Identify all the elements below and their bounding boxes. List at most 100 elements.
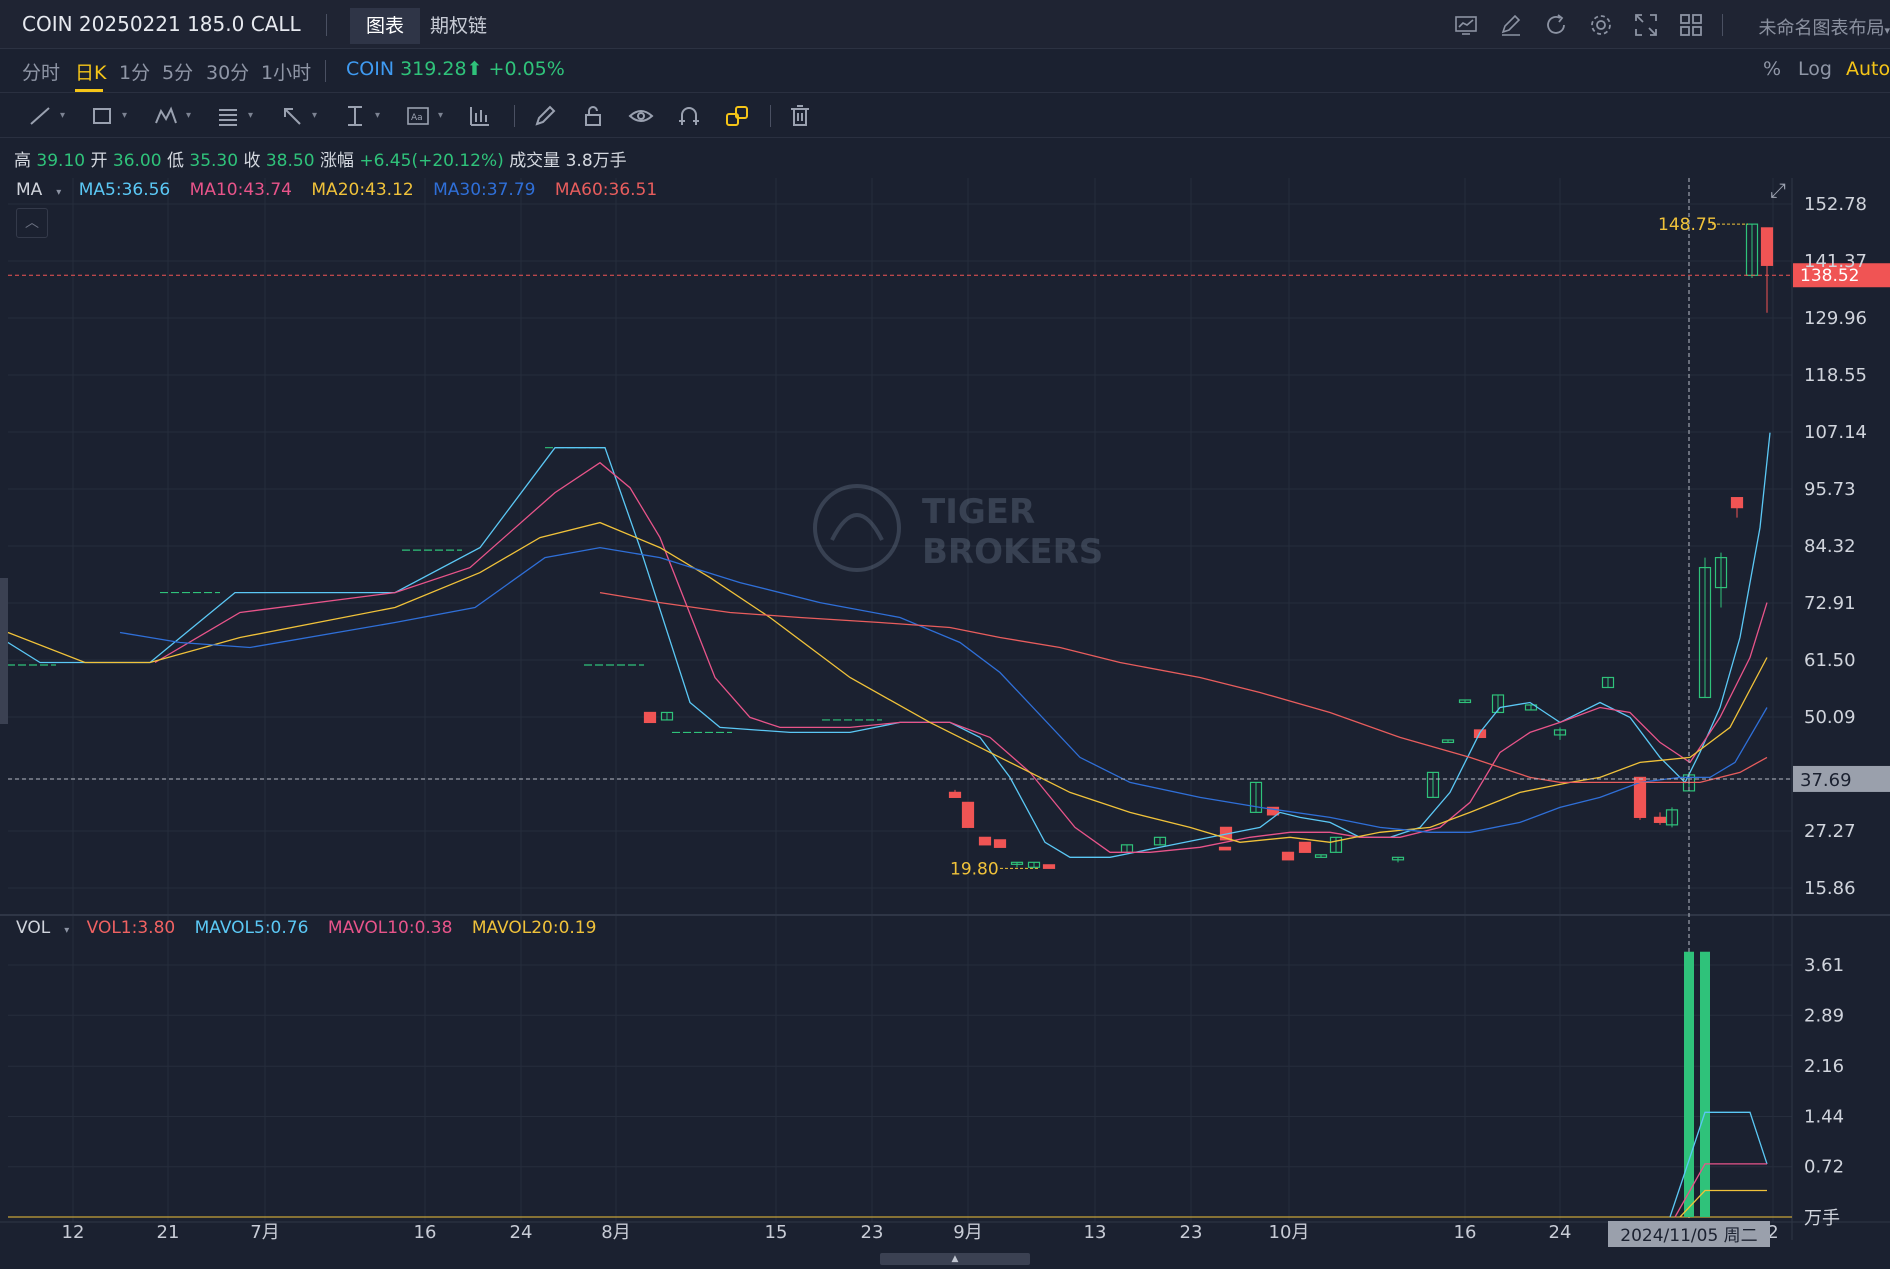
underlying-symbol: COIN — [346, 58, 395, 80]
volume-axis-label: 0.72 — [1804, 1157, 1844, 1178]
mavol10-value: MAVOL10:0.38 — [327, 918, 453, 938]
layout-name: 未命名图表布局 — [1758, 18, 1885, 39]
time-axis-label: 13 — [1084, 1222, 1107, 1243]
price-axis-label: 107.14 — [1804, 422, 1867, 443]
magnet-icon[interactable] — [674, 103, 704, 129]
pencil-icon[interactable] — [530, 103, 560, 129]
tab-chart[interactable]: 图表 — [350, 8, 421, 44]
mavol5-value: MAVOL5:0.76 — [194, 918, 309, 938]
chevron-down-icon: ▾ — [1884, 24, 1890, 37]
trash-icon[interactable] — [785, 103, 815, 129]
period-1min[interactable]: 1分 — [119, 58, 150, 85]
candle-body — [1218, 846, 1232, 851]
time-axis-label: 9月 — [953, 1222, 982, 1243]
link-drawings-icon[interactable] — [722, 103, 752, 129]
candle-body — [1298, 841, 1312, 853]
eye-icon[interactable] — [626, 103, 656, 129]
ma60-value: MA60:36.51 — [554, 180, 658, 200]
vol-legend[interactable]: VOL ▾ VOL1:3.80 MAVOL5:0.76 MAVOL10:0.38 … — [16, 918, 610, 938]
rectangle-tool-icon[interactable]: ▾ — [87, 103, 127, 129]
chart-icon[interactable] — [1453, 12, 1479, 38]
indicator-tool-icon[interactable] — [465, 103, 495, 129]
max-price-label: 148.75 — [1658, 215, 1717, 235]
vol1-value: VOL1:3.80 — [86, 918, 176, 938]
arrow-tool-icon[interactable]: ▾ — [277, 103, 317, 129]
volume-axis-label: 1.44 — [1804, 1106, 1844, 1127]
candle-body — [961, 801, 975, 828]
high-value: 39.10 — [36, 151, 86, 171]
underlying-quote[interactable]: COIN 319.28⬆ +0.05% — [346, 58, 565, 80]
settings-icon[interactable] — [1588, 12, 1614, 38]
crosshair-price-tag-text: 37.69 — [1800, 770, 1852, 791]
tiger-brokers-logo: TIGER BROKERS — [813, 484, 1103, 572]
price-chart[interactable]: 138.52152.78141.37129.96118.55107.1495.7… — [0, 178, 1890, 1253]
ma5-value: MA5:36.56 — [78, 180, 171, 200]
volume-axis-label: 2.89 — [1804, 1005, 1844, 1026]
min-price-label: 19.80 — [950, 859, 999, 879]
refresh-icon[interactable] — [1543, 12, 1569, 38]
close-label: 收 — [243, 151, 261, 171]
period-daily[interactable]: 日K — [75, 58, 106, 85]
volume-axis-label: 3.61 — [1804, 955, 1844, 976]
volume-axis-label: 万手 — [1804, 1208, 1840, 1229]
period-5min[interactable]: 5分 — [162, 58, 193, 85]
volume-bar — [1700, 951, 1710, 1217]
svg-text:TIGER: TIGER — [922, 492, 1035, 532]
time-axis-label: 21 — [157, 1222, 180, 1243]
pattern-tool-icon[interactable]: ▾ — [151, 103, 191, 129]
tab-option-chain[interactable]: 期权链 — [414, 8, 503, 44]
chevron-down-icon[interactable]: ▾ — [56, 187, 61, 198]
time-axis-label: 12 — [62, 1222, 85, 1243]
svg-text:BROKERS: BROKERS — [922, 532, 1102, 572]
low-label: 低 — [166, 151, 184, 171]
period-1hour[interactable]: 1小时 — [261, 58, 311, 85]
up-arrow-icon: ⬆ — [466, 58, 483, 80]
left-drag-handle[interactable] — [0, 578, 8, 724]
candle-body — [948, 791, 962, 798]
lock-icon[interactable] — [578, 103, 608, 129]
layout-selector[interactable]: 未命名图表布局▾ — [1758, 14, 1890, 40]
high-label: 高 — [14, 151, 31, 171]
grid-layout-icon[interactable] — [1678, 12, 1704, 38]
watermark: TIGER BROKERS — [812, 480, 1103, 584]
candle-body — [1730, 497, 1744, 509]
price-axis-label: 84.32 — [1804, 536, 1856, 557]
underlying-price: 319.28 — [400, 58, 467, 80]
fullscreen-icon[interactable] — [1633, 12, 1659, 38]
measure-tool-icon[interactable]: ▾ — [340, 103, 380, 129]
log-scale-toggle[interactable]: Log — [1798, 58, 1832, 80]
bottom-drag-handle[interactable]: ▲ — [880, 1253, 1030, 1265]
price-axis-label: 118.55 — [1804, 365, 1867, 386]
text-tool-icon[interactable]: Aa ▾ — [403, 103, 443, 129]
chevron-down-icon[interactable]: ▾ — [64, 925, 69, 936]
time-axis-label: 7月 — [250, 1222, 279, 1243]
period-30min[interactable]: 30分 — [206, 58, 249, 85]
chevron-up-icon: ︿ — [25, 215, 39, 231]
percent-scale-toggle[interactable]: % — [1763, 58, 1781, 80]
ma-legend[interactable]: MA ▾ MA5:36.56 MA10:43.74 MA20:43.12 MA30… — [16, 180, 671, 200]
time-axis-label: 23 — [1180, 1222, 1203, 1243]
trend-line-tool-icon[interactable]: ▾ — [25, 103, 65, 129]
fibonacci-tool-icon[interactable]: ▾ — [213, 103, 253, 129]
close-value: 38.50 — [265, 151, 315, 171]
candle-body — [1653, 816, 1667, 823]
instrument-title: COIN 20250221 185.0 CALL — [22, 12, 301, 36]
price-axis-label: 27.27 — [1804, 821, 1856, 842]
price-axis-label: 61.50 — [1804, 650, 1856, 671]
change-value: +6.45(+20.12%) — [359, 151, 504, 171]
low-value: 35.30 — [189, 151, 239, 171]
price-axis-label: 72.91 — [1804, 593, 1856, 614]
vol-label: VOL — [16, 918, 51, 938]
expand-icon[interactable]: ⤢ — [1770, 178, 1786, 202]
candle-body — [1042, 864, 1056, 869]
active-period-underline — [75, 89, 103, 92]
auto-scale-toggle[interactable]: Auto — [1846, 58, 1890, 80]
edit-icon[interactable] — [1498, 12, 1524, 38]
svg-text:Aa: Aa — [411, 113, 423, 123]
time-axis-label: 23 — [861, 1222, 884, 1243]
period-intraday[interactable]: 分时 — [22, 58, 60, 85]
volume-bar — [1684, 951, 1694, 1217]
time-axis-label: 8月 — [601, 1222, 630, 1243]
collapse-legend-button[interactable]: ︿ — [16, 208, 48, 238]
price-axis-label: 50.09 — [1804, 707, 1856, 728]
